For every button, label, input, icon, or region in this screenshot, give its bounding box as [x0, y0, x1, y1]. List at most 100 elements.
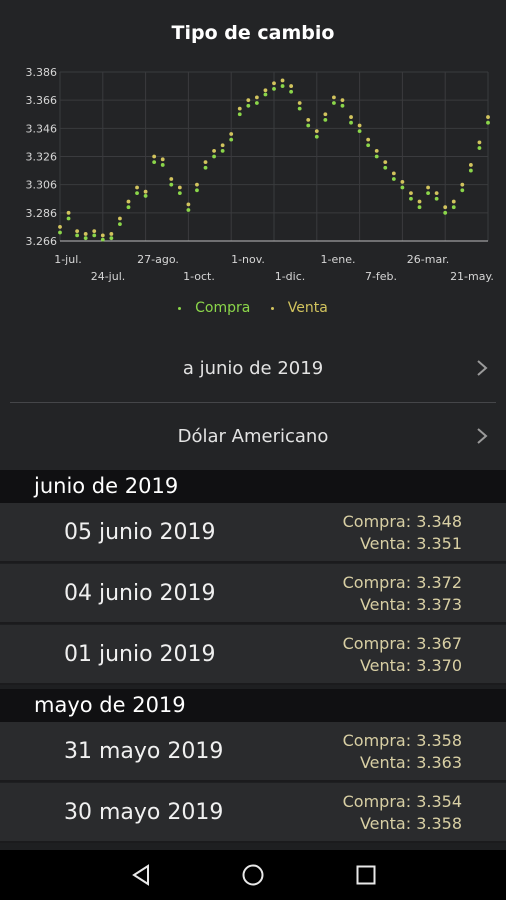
data-point-venta — [400, 179, 405, 184]
data-point-venta — [332, 95, 336, 100]
data-point-compra — [118, 222, 122, 227]
legend-compra: Compra — [178, 300, 250, 316]
data-point-compra — [332, 101, 336, 105]
data-point-compra — [391, 177, 396, 181]
data-point-venta — [92, 229, 97, 234]
row-rates: Compra: 3.367 Venta: 3.370 — [343, 633, 462, 677]
row-compra: Compra: 3.372 — [342, 573, 462, 592]
y-tick-label: 3.266 — [26, 235, 58, 248]
currency-label: Dólar Americano — [177, 425, 329, 447]
y-tick-label: 3.366 — [26, 94, 58, 107]
data-point-compra — [340, 103, 345, 108]
x-tick-label: 21-may. — [450, 270, 494, 283]
data-point-venta — [126, 199, 131, 204]
data-point-compra — [195, 188, 199, 193]
section-header-mayo: mayo de 2019 — [0, 689, 506, 722]
data-point-venta — [280, 78, 285, 83]
x-tick-label: 1-dic. — [275, 270, 306, 283]
data-point-compra — [374, 154, 379, 159]
data-point-venta — [58, 225, 62, 229]
data-point-compra — [126, 205, 131, 210]
data-point-compra — [212, 154, 216, 159]
data-point-venta — [75, 229, 80, 234]
data-point-compra — [220, 148, 225, 153]
data-point-venta — [374, 148, 379, 153]
y-axis-labels: 3.386 3.366 3.346 3.326 3.306 3.286 3.266 — [26, 66, 58, 248]
rate-row[interactable]: 05 junio 2019 Compra: 3.348 Venta: 3.351 — [0, 503, 506, 563]
data-point-compra — [152, 160, 157, 165]
data-point-venta — [409, 191, 413, 196]
data-point-venta — [254, 95, 259, 100]
row-venta: Venta: 3.358 — [359, 814, 462, 833]
home-circle-icon[interactable] — [241, 863, 265, 887]
data-point-venta — [203, 160, 208, 165]
rate-row[interactable]: 30 mayo 2019 Compra: 3.354 Venta: 3.358 — [0, 783, 506, 843]
rate-row[interactable]: 01 junio 2019 Compra: 3.367 Venta: 3.370 — [0, 625, 506, 685]
data-point-venta — [434, 191, 439, 196]
data-point-compra — [237, 112, 242, 117]
row-compra: Compra: 3.348 — [342, 512, 462, 531]
row-rates: Compra: 3.372 Venta: 3.373 — [343, 572, 462, 616]
data-point-venta — [272, 81, 276, 86]
data-point-compra — [434, 196, 439, 201]
data-point-venta — [383, 160, 388, 165]
data-point-compra — [383, 165, 388, 170]
row-date: 31 mayo 2019 — [64, 739, 224, 764]
rate-row[interactable]: 04 junio 2019 Compra: 3.372 Venta: 3.373 — [0, 564, 506, 624]
row-date: 30 mayo 2019 — [64, 800, 224, 825]
data-point-compra — [177, 191, 182, 196]
data-point-compra — [400, 185, 405, 190]
back-triangle-icon[interactable] — [129, 863, 153, 887]
x-tick-label: 1-jul. — [54, 253, 82, 266]
data-point-compra — [451, 205, 456, 210]
data-point-compra — [486, 120, 490, 125]
data-point-venta — [477, 140, 482, 145]
period-selector[interactable]: a junio de 2019 — [0, 335, 506, 401]
data-point-compra — [66, 216, 71, 221]
data-point-compra — [443, 210, 448, 215]
data-point-venta — [314, 129, 319, 134]
y-tick-label: 3.306 — [26, 179, 58, 192]
y-tick-label: 3.346 — [26, 122, 58, 135]
data-point-compra — [143, 194, 148, 198]
data-point-venta — [66, 210, 71, 215]
data-point-venta — [220, 143, 225, 148]
data-point-compra — [409, 196, 413, 201]
rate-row[interactable]: 31 mayo 2019 Compra: 3.358 Venta: 3.363 — [0, 722, 506, 782]
period-label: a junio de 2019 — [182, 357, 324, 379]
data-point-venta — [426, 185, 430, 190]
data-point-venta — [246, 98, 251, 103]
data-point-compra — [75, 233, 80, 238]
data-point-compra — [357, 129, 362, 134]
chevron-right-icon — [477, 360, 488, 376]
currency-selector[interactable]: Dólar Americano — [0, 403, 506, 469]
data-point-venta — [135, 185, 139, 190]
section-header-junio: junio de 2019 — [0, 470, 506, 503]
x-tick-label: 1-ene. — [321, 253, 356, 266]
legend-venta-label: Venta — [287, 300, 328, 316]
y-tick-label: 3.286 — [26, 207, 58, 220]
legend-venta: Venta — [270, 300, 328, 316]
data-point-venta — [186, 202, 191, 207]
data-point-venta — [229, 132, 234, 136]
x-axis-labels: 1-jul. 27-ago. 1-nov. 1-ene. 26-mar. 24-jul. 1… — [54, 253, 494, 283]
data-point-venta — [143, 189, 148, 194]
data-point-venta — [417, 199, 422, 204]
data-point-compra — [203, 165, 208, 170]
row-compra: Compra: 3.358 — [342, 731, 462, 750]
row-rates: Compra: 3.358 Venta: 3.363 — [343, 730, 462, 774]
data-point-venta — [169, 177, 174, 181]
chart-legend: Compra Venta — [0, 300, 506, 316]
recents-square-icon[interactable] — [354, 863, 378, 887]
data-point-compra — [349, 120, 353, 125]
x-tick-label: 1-oct. — [183, 270, 215, 283]
row-venta: Venta: 3.370 — [359, 656, 462, 675]
row-compra: Compra: 3.354 — [342, 792, 462, 811]
data-point-compra — [58, 230, 62, 235]
x-tick-label: 27-ago. — [137, 253, 179, 266]
data-point-compra — [186, 208, 191, 212]
data-point-venta — [468, 163, 473, 167]
data-point-compra — [246, 103, 251, 108]
x-tick-label: 1-nov. — [231, 253, 265, 266]
row-venta: Venta: 3.373 — [359, 595, 462, 614]
